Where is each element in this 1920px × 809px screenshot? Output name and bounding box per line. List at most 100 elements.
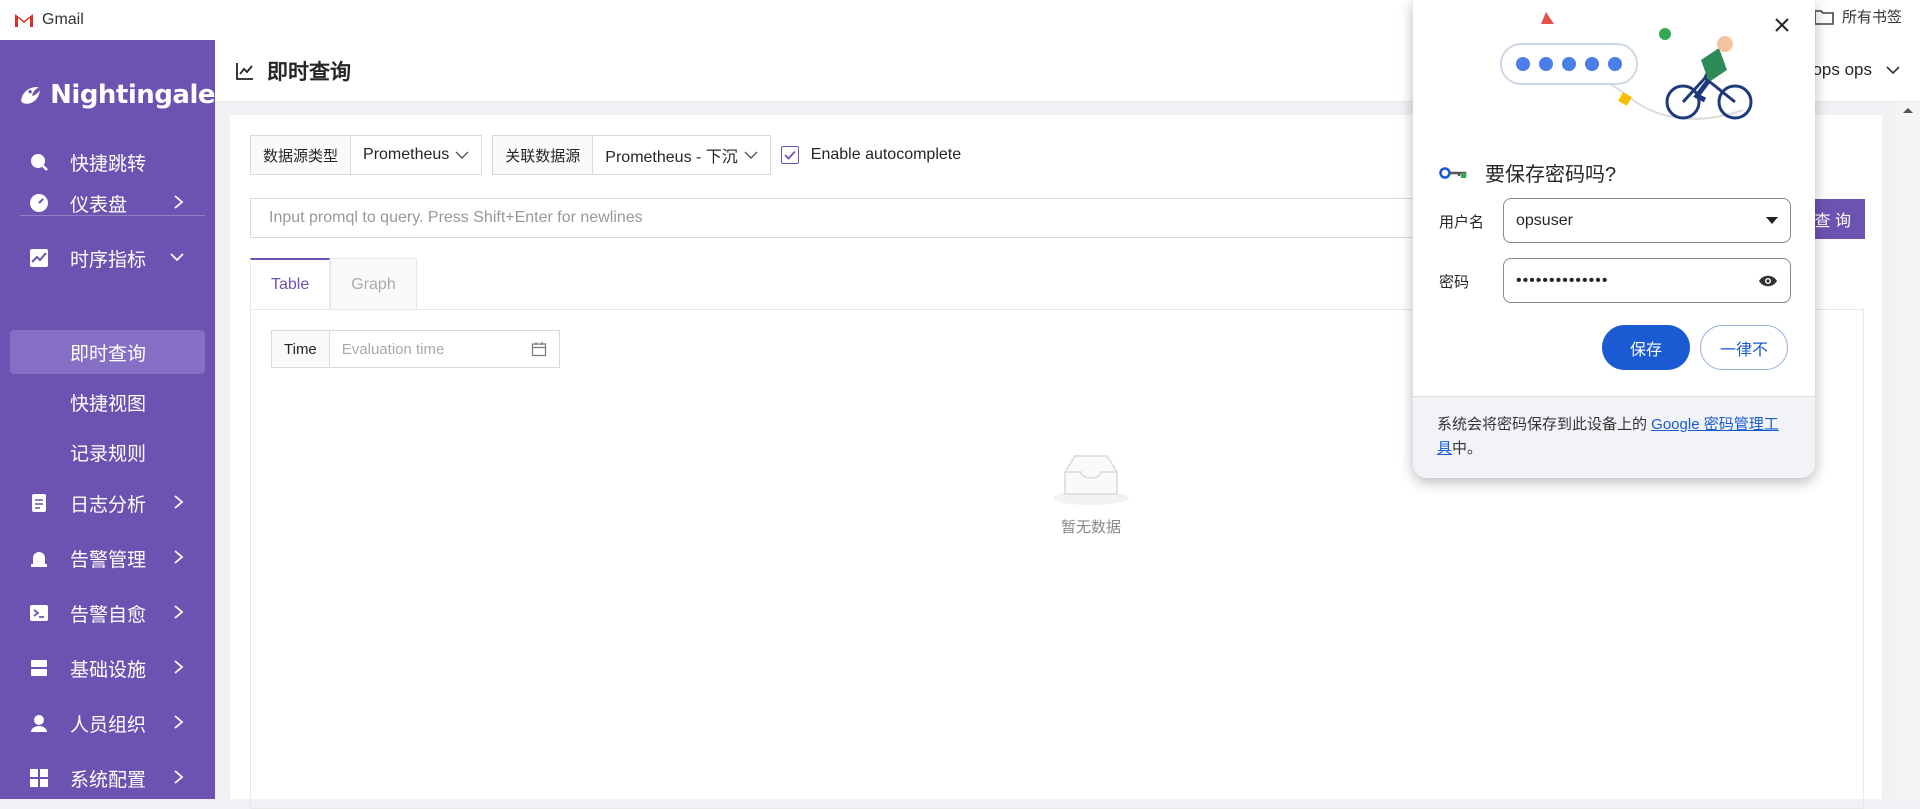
password-illustration — [1500, 12, 1753, 120]
promql-input[interactable]: Input promql to query. Press Shift+Enter… — [250, 198, 1590, 238]
time-label: Time — [271, 330, 330, 368]
chevron-down-icon — [1886, 66, 1900, 75]
chart-icon — [28, 247, 50, 269]
scrollbar[interactable] — [1896, 102, 1920, 799]
sidebar-subitem-label: 快捷视图 — [70, 393, 147, 415]
nightingale-logo-icon — [21, 87, 40, 104]
log-icon — [28, 492, 50, 514]
key-icon — [1439, 166, 1467, 179]
sidebar-subitem-label: 即时查询 — [70, 343, 147, 365]
evaluation-time-placeholder: Evaluation time — [341, 340, 445, 358]
check-icon — [784, 150, 796, 160]
datasource-type-value: Prometheus — [363, 146, 450, 163]
sidebar-item-logs[interactable]: 日志分析 — [0, 478, 215, 528]
sidebar-item-people[interactable]: 人员组织 — [0, 698, 215, 748]
scroll-up-icon — [1903, 108, 1913, 113]
datasource-select[interactable]: Prometheus - 下沉 — [593, 135, 771, 175]
query-button-label: 查 询 — [1814, 213, 1851, 230]
page-title: 即时查询 — [267, 60, 351, 84]
sidebar-item-label: 告警管理 — [70, 549, 147, 571]
datasource-row: 数据源类型 Prometheus 关联数据源 Prometheus - 下沉 E… — [250, 135, 961, 175]
chevron-right-icon — [174, 550, 184, 564]
password-field[interactable]: •••••••••••••• — [1503, 258, 1791, 303]
bookmark-gmail-label: Gmail — [42, 11, 84, 28]
sidebar-subitem-recording-rules[interactable]: 记录规则 — [10, 430, 205, 474]
sidebar-item-alerts[interactable]: 告警管理 — [0, 533, 215, 583]
empty-state: 暂无数据 — [1051, 450, 1131, 537]
close-button[interactable] — [1773, 16, 1791, 39]
user-menu[interactable]: ops ops — [1812, 60, 1900, 80]
chevron-down-icon — [744, 151, 758, 159]
dialog-title: 要保存密码吗? — [1485, 164, 1617, 186]
chevron-right-icon — [174, 660, 184, 674]
evaluation-time-picker[interactable]: Evaluation time — [329, 330, 560, 368]
autocomplete-checkbox[interactable] — [780, 146, 799, 164]
sidebar-item-label: 时序指标 — [70, 249, 147, 271]
sidebar-item-infrastructure[interactable]: 基础设施 — [0, 643, 215, 693]
sidebar-subitem-instant-query[interactable]: 即时查询 — [10, 330, 205, 374]
tab-graph[interactable]: Graph — [330, 258, 417, 310]
sidebar-subitem-label: 记录规则 — [70, 443, 147, 465]
chevron-right-icon — [174, 195, 184, 209]
password-label: 密码 — [1439, 274, 1470, 291]
never-button-label: 一律不 — [1719, 341, 1768, 359]
username-value: opsuser — [1516, 211, 1573, 229]
line-chart-icon — [236, 62, 253, 80]
chevron-right-icon — [174, 715, 184, 729]
user-icon — [28, 712, 50, 734]
password-value: •••••••••••••• — [1516, 271, 1609, 289]
calendar-icon — [531, 342, 546, 357]
sidebar-item-self-healing[interactable]: 告警自愈 — [0, 588, 215, 638]
sidebar-item-dashboard[interactable]: 仪表盘 — [0, 178, 215, 228]
bookmark-gmail[interactable]: Gmail — [14, 11, 84, 29]
dialog-footer: 系统会将密码保存到此设备上的 Google 密码管理工具中。 — [1413, 396, 1815, 478]
sidebar-item-label: 日志分析 — [70, 494, 147, 516]
datasource-label: 关联数据源 — [492, 135, 594, 175]
footer-text: 系统会将密码保存到此设备上的 — [1437, 416, 1652, 433]
chevron-down-icon — [170, 253, 184, 262]
datasource-value: Prometheus - 下沉 — [605, 149, 738, 166]
autocomplete-label: Enable autocomplete — [810, 146, 962, 163]
time-row: Time Evaluation time — [271, 330, 560, 368]
result-tabs: Table Graph — [250, 258, 417, 310]
tab-label: Table — [271, 276, 310, 293]
dashboard-icon — [28, 192, 50, 214]
tab-table[interactable]: Table — [250, 258, 331, 310]
close-icon — [1775, 18, 1789, 32]
footer-end: 中。 — [1452, 440, 1483, 457]
empty-inbox-icon — [1053, 455, 1129, 505]
save-button[interactable]: 保存 — [1602, 325, 1690, 370]
chevron-right-icon — [174, 495, 184, 509]
promql-placeholder: Input promql to query. Press Shift+Enter… — [269, 209, 643, 226]
chevron-right-icon — [174, 770, 184, 784]
brand-name: Nightingale — [50, 80, 215, 110]
chevron-down-icon — [455, 151, 469, 159]
sidebar-item-settings[interactable]: 系统配置 — [0, 753, 215, 803]
sidebar-item-label: 人员组织 — [70, 714, 147, 736]
sidebar-item-label: 告警自愈 — [70, 604, 147, 626]
sidebar-item-label: 基础设施 — [70, 659, 147, 681]
sidebar-item-metrics[interactable]: 时序指标 — [0, 233, 215, 283]
tab-label: Graph — [351, 275, 396, 293]
sidebar-subitem-quick-view[interactable]: 快捷视图 — [10, 380, 205, 424]
sidebar-item-label: 系统配置 — [70, 769, 147, 791]
sidebar-item-label: 仪表盘 — [70, 194, 128, 216]
datasource-type-select[interactable]: Prometheus — [351, 135, 483, 175]
search-icon — [28, 151, 50, 173]
dropdown-arrow-icon — [1766, 216, 1778, 224]
bookmark-folder[interactable]: 所有书签 — [1814, 6, 1902, 27]
chevron-right-icon — [174, 605, 184, 619]
brand-logo[interactable]: Nightingale — [0, 40, 215, 150]
alarm-icon — [28, 547, 50, 569]
sidebar: Nightingale 快捷跳转 仪表盘 时序指标 即时查询 快捷视图 记录规则… — [0, 40, 215, 799]
eye-icon[interactable] — [1758, 274, 1778, 288]
sidebar-item-label: 快捷跳转 — [70, 153, 147, 175]
user-name: ops ops — [1812, 60, 1872, 79]
username-select[interactable]: opsuser — [1503, 198, 1791, 243]
never-button[interactable]: 一律不 — [1700, 325, 1788, 370]
save-password-dialog: 要保存密码吗? 用户名 opsuser 密码 •••••••••••••• 保存… — [1413, 0, 1815, 478]
bookmark-folder-label: 所有书签 — [1841, 9, 1902, 26]
server-icon — [28, 657, 50, 679]
grid-icon — [28, 767, 50, 789]
empty-text: 暂无数据 — [1060, 519, 1121, 536]
